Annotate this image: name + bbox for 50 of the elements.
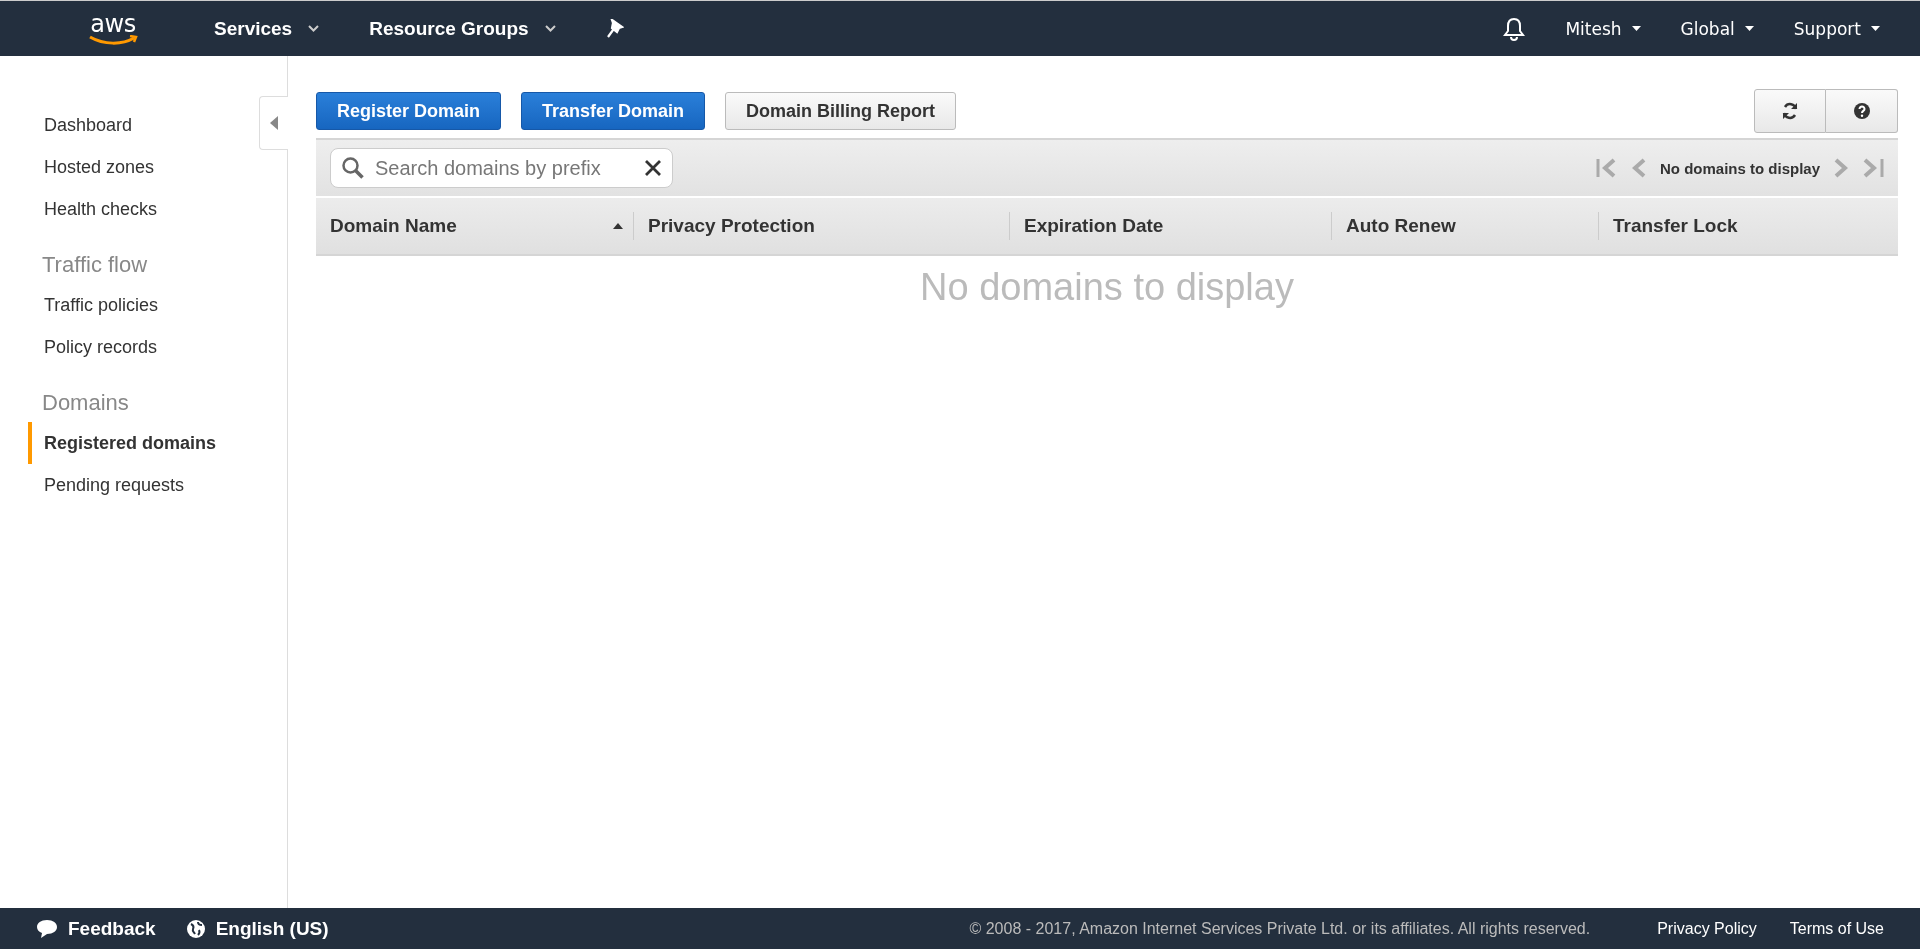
empty-table-message: No domains to display — [920, 266, 1294, 309]
sidebar-item[interactable]: Dashboard — [28, 104, 133, 146]
footer-link-label[interactable]: Feedback — [68, 917, 156, 940]
column-header[interactable]: Expiration Date — [1010, 212, 1331, 240]
speech-bubble-icon — [36, 917, 58, 940]
refresh-button[interactable] — [1754, 89, 1826, 133]
pagination-status: No domains to display — [1659, 159, 1820, 177]
sidebar-heading: Traffic flow — [41, 251, 149, 279]
pin-icon[interactable] — [605, 18, 624, 39]
aws-logo[interactable]: aws — [82, 12, 144, 45]
sidebar-item[interactable]: Health checks — [28, 188, 158, 230]
footer-link[interactable]: Feedback — [36, 917, 156, 940]
action-button[interactable]: Transfer Domain — [521, 92, 706, 130]
column-header[interactable]: Transfer Lock — [1599, 212, 1898, 240]
footer-link-label[interactable]: English (US) — [215, 917, 329, 940]
chevron-down-icon — [308, 25, 320, 32]
refresh-icon — [1781, 102, 1799, 120]
column-header[interactable]: Auto Renew — [1332, 212, 1598, 240]
left-arrow-icon — [270, 116, 278, 130]
caret-icon — [1871, 26, 1880, 31]
account-menu[interactable]: Mitesh — [1565, 18, 1641, 39]
footer-link[interactable]: Privacy Policy — [1657, 919, 1757, 938]
sidebar-item[interactable]: Policy records — [28, 326, 158, 368]
collapse-sidebar-button[interactable] — [259, 96, 288, 150]
sidebar-heading: Domains — [41, 389, 130, 417]
search-box[interactable]: Search domains by prefix — [330, 148, 673, 188]
sidebar-item[interactable]: Traffic policies — [28, 284, 159, 326]
column-header[interactable]: Privacy Protection — [634, 212, 1009, 240]
search-icon — [341, 156, 365, 180]
action-button[interactable]: Register Domain — [316, 92, 502, 130]
clear-icon[interactable] — [644, 159, 662, 177]
help-button[interactable] — [1826, 89, 1898, 133]
help-icon — [1852, 102, 1871, 120]
action-button[interactable]: Domain Billing Report — [725, 92, 957, 130]
caret-icon — [1744, 26, 1754, 31]
chevron-down-icon — [544, 25, 556, 32]
footer-link[interactable]: English (US) — [185, 917, 329, 940]
footer-link[interactable]: Terms of Use — [1789, 919, 1884, 938]
sidebar-item[interactable]: Hosted zones — [28, 146, 155, 188]
globe-icon — [185, 918, 206, 939]
column-header[interactable]: Domain Name — [316, 212, 633, 240]
sidebar-item[interactable]: Registered domains — [28, 422, 217, 464]
caret-icon — [1631, 26, 1641, 31]
nav-menu[interactable]: Resource Groups — [369, 17, 556, 40]
account-menu[interactable]: Support — [1793, 18, 1880, 39]
notification-bell-icon[interactable] — [1503, 16, 1526, 41]
nav-menu[interactable]: Services — [214, 17, 320, 40]
account-menu[interactable]: Global — [1680, 18, 1754, 39]
sidebar-item[interactable]: Pending requests — [28, 464, 185, 506]
copyright-text: © 2008 - 2017, Amazon Internet Services Private Ltd. or its affiliates. All rights reserved. — [969, 919, 1591, 938]
